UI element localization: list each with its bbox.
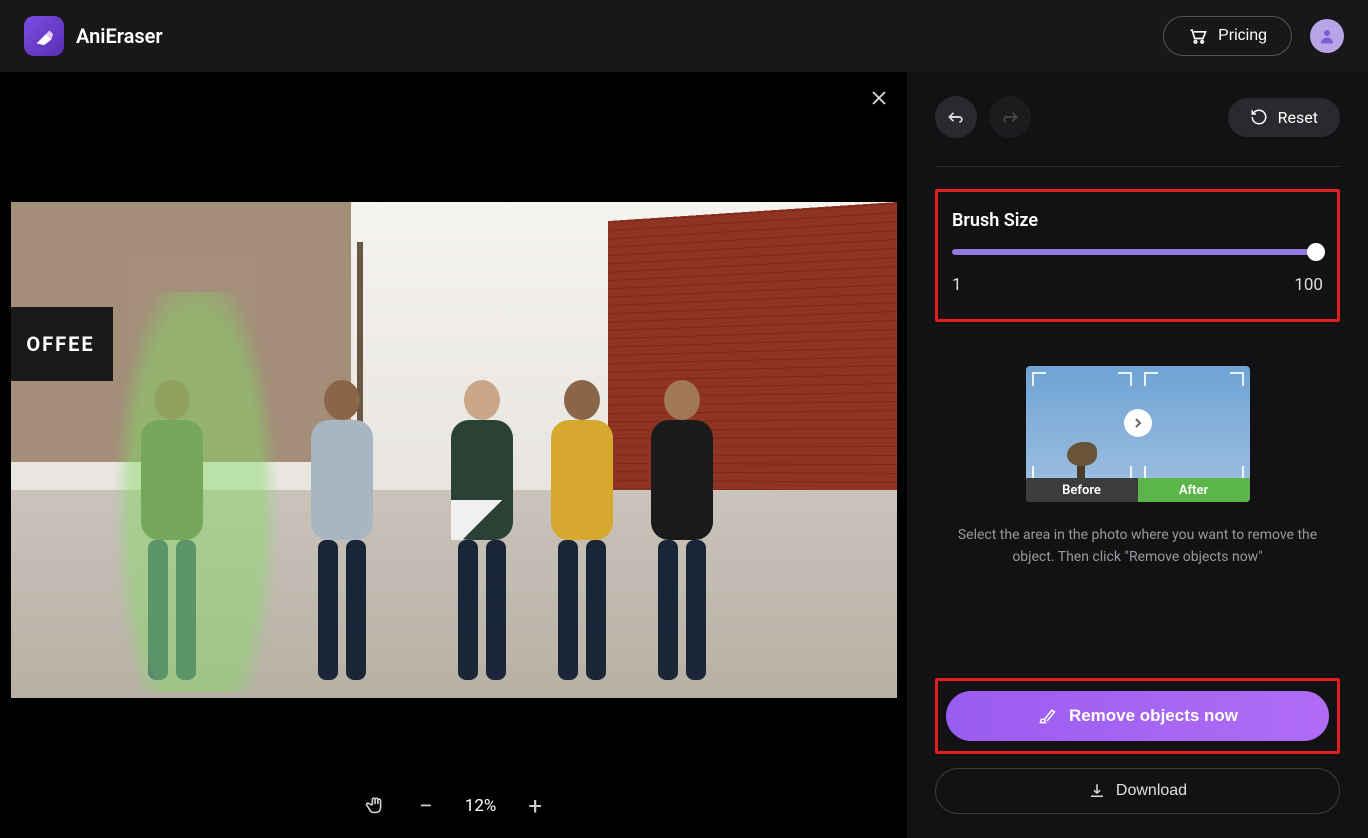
- preview-labels: Before After: [1026, 478, 1250, 502]
- close-icon: [871, 90, 887, 106]
- redo-button[interactable]: [989, 96, 1031, 138]
- slider-thumb[interactable]: [1307, 243, 1325, 261]
- bird-icon: [1059, 434, 1103, 484]
- zoom-percent: 12%: [465, 796, 497, 816]
- header-left: AniEraser: [24, 16, 163, 56]
- brush-size-section: Brush Size 1 100: [935, 189, 1340, 322]
- pricing-button[interactable]: Pricing: [1163, 16, 1292, 56]
- preview-block: Before After Select the area in the phot…: [935, 366, 1340, 678]
- image-wrap: OFFEE: [0, 72, 907, 768]
- instructions-text: Select the area in the photo where you w…: [938, 524, 1338, 569]
- close-button[interactable]: [871, 90, 887, 106]
- pan-tool[interactable]: [365, 794, 387, 818]
- person-1: [141, 380, 203, 680]
- app-header: AniEraser Pricing: [0, 0, 1368, 72]
- slider-labels: 1 100: [952, 275, 1323, 295]
- logo-icon: [24, 16, 64, 56]
- reset-button[interactable]: Reset: [1228, 98, 1340, 137]
- brush-min: 1: [952, 275, 962, 295]
- person-4: [551, 380, 613, 680]
- hand-icon: [365, 794, 387, 818]
- zoom-in-button[interactable]: +: [528, 792, 542, 820]
- undo-icon: [946, 109, 966, 125]
- pricing-label: Pricing: [1218, 27, 1267, 45]
- reset-icon: [1250, 108, 1268, 126]
- brush-icon: [1037, 706, 1057, 726]
- before-after-preview: Before After: [1026, 366, 1250, 502]
- brush-max: 100: [1294, 275, 1323, 295]
- header-right: Pricing: [1163, 16, 1344, 56]
- person-5: [651, 380, 713, 680]
- remove-highlight-box: Remove objects now: [935, 678, 1340, 754]
- coffee-sign: OFFEE: [11, 307, 113, 381]
- undo-redo-group: [935, 96, 1031, 138]
- download-icon: [1088, 782, 1106, 800]
- redo-icon: [1000, 109, 1020, 125]
- eraser-icon: [33, 25, 55, 47]
- cart-icon: [1188, 27, 1208, 45]
- action-section: Remove objects now Download: [935, 678, 1340, 814]
- right-sidebar: Reset Brush Size 1 100: [907, 72, 1368, 838]
- zoom-out-button[interactable]: −: [419, 792, 433, 820]
- zoom-toolbar: − 12% +: [0, 768, 907, 838]
- person-icon: [1318, 27, 1336, 45]
- person-2: [311, 380, 373, 680]
- editing-photo[interactable]: OFFEE: [11, 202, 897, 698]
- undo-button[interactable]: [935, 96, 977, 138]
- before-label: Before: [1026, 478, 1138, 502]
- divider: [935, 166, 1340, 167]
- canvas-area: OFFEE − 12% +: [0, 72, 907, 838]
- user-avatar[interactable]: [1310, 19, 1344, 53]
- person-3: [451, 380, 513, 680]
- sidebar-top: Reset: [935, 96, 1340, 138]
- download-label: Download: [1116, 782, 1187, 800]
- after-label: After: [1138, 478, 1250, 502]
- brush-size-slider[interactable]: [952, 249, 1323, 255]
- app-name: AniEraser: [76, 24, 163, 48]
- remove-objects-button[interactable]: Remove objects now: [946, 691, 1329, 741]
- download-button[interactable]: Download: [935, 768, 1340, 814]
- remove-label: Remove objects now: [1069, 706, 1238, 726]
- brush-size-title: Brush Size: [952, 210, 1323, 231]
- reset-label: Reset: [1278, 108, 1318, 127]
- arrow-right-icon: [1124, 409, 1152, 437]
- main-layout: OFFEE − 12% +: [0, 72, 1368, 838]
